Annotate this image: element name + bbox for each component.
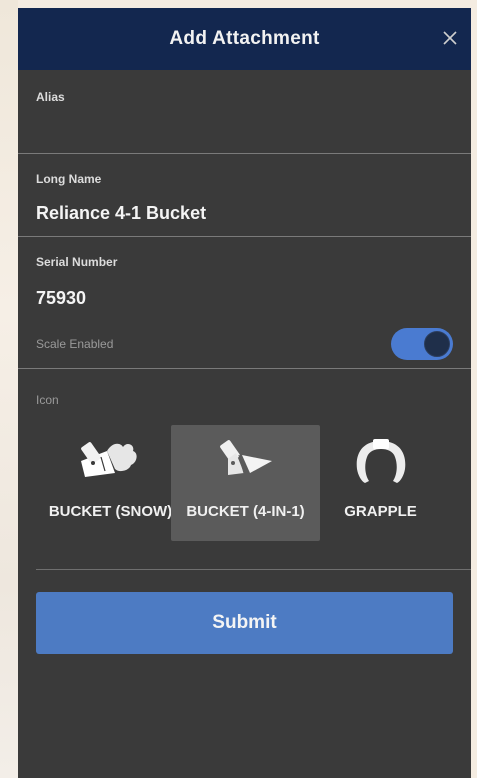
- scale-enabled-toggle[interactable]: [391, 328, 453, 360]
- icon-option-label: GRAPPLE: [344, 503, 417, 520]
- serial-number-input[interactable]: 75930: [36, 288, 86, 309]
- scale-enabled-row: Scale Enabled: [18, 317, 471, 369]
- bucket-4in1-icon: [171, 435, 320, 481]
- serial-number-label: Serial Number: [36, 255, 118, 269]
- toggle-knob: [424, 331, 450, 357]
- page-background-right: [471, 0, 477, 778]
- icon-option-bucket-snow[interactable]: BUCKET (SNOW): [36, 425, 185, 541]
- add-attachment-dialog: Add Attachment Alias Long Name Reliance …: [18, 8, 471, 778]
- dialog-header: Add Attachment: [18, 8, 471, 70]
- icon-option-label: BUCKET (4-IN-1): [186, 503, 305, 520]
- icon-option-bucket-4in1[interactable]: BUCKET (4-IN-1): [171, 425, 320, 541]
- long-name-label: Long Name: [36, 172, 102, 186]
- long-name-field[interactable]: Long Name Reliance 4-1 Bucket: [18, 154, 471, 237]
- divider: [36, 569, 471, 570]
- icon-option-grapple[interactable]: GRAPPLE: [306, 425, 455, 541]
- bucket-snow-icon: [36, 435, 185, 481]
- icon-option-label: BUCKET (SNOW): [48, 503, 173, 520]
- submit-button[interactable]: Submit: [36, 592, 453, 654]
- long-name-input[interactable]: Reliance 4-1 Bucket: [36, 203, 206, 224]
- scale-enabled-label: Scale Enabled: [36, 337, 114, 351]
- icon-picker: BUCKET (SNOW) BUCKET (4-IN-1) GRAPPLE: [36, 425, 456, 541]
- grapple-icon: [306, 435, 455, 483]
- icon-section-label: Icon: [36, 393, 59, 407]
- alias-label: Alias: [36, 90, 65, 104]
- close-icon[interactable]: [439, 27, 461, 49]
- page-background: [0, 0, 18, 778]
- dialog-title: Add Attachment: [169, 28, 320, 49]
- serial-number-field[interactable]: Serial Number 75930: [18, 237, 471, 317]
- alias-field[interactable]: Alias: [18, 70, 471, 154]
